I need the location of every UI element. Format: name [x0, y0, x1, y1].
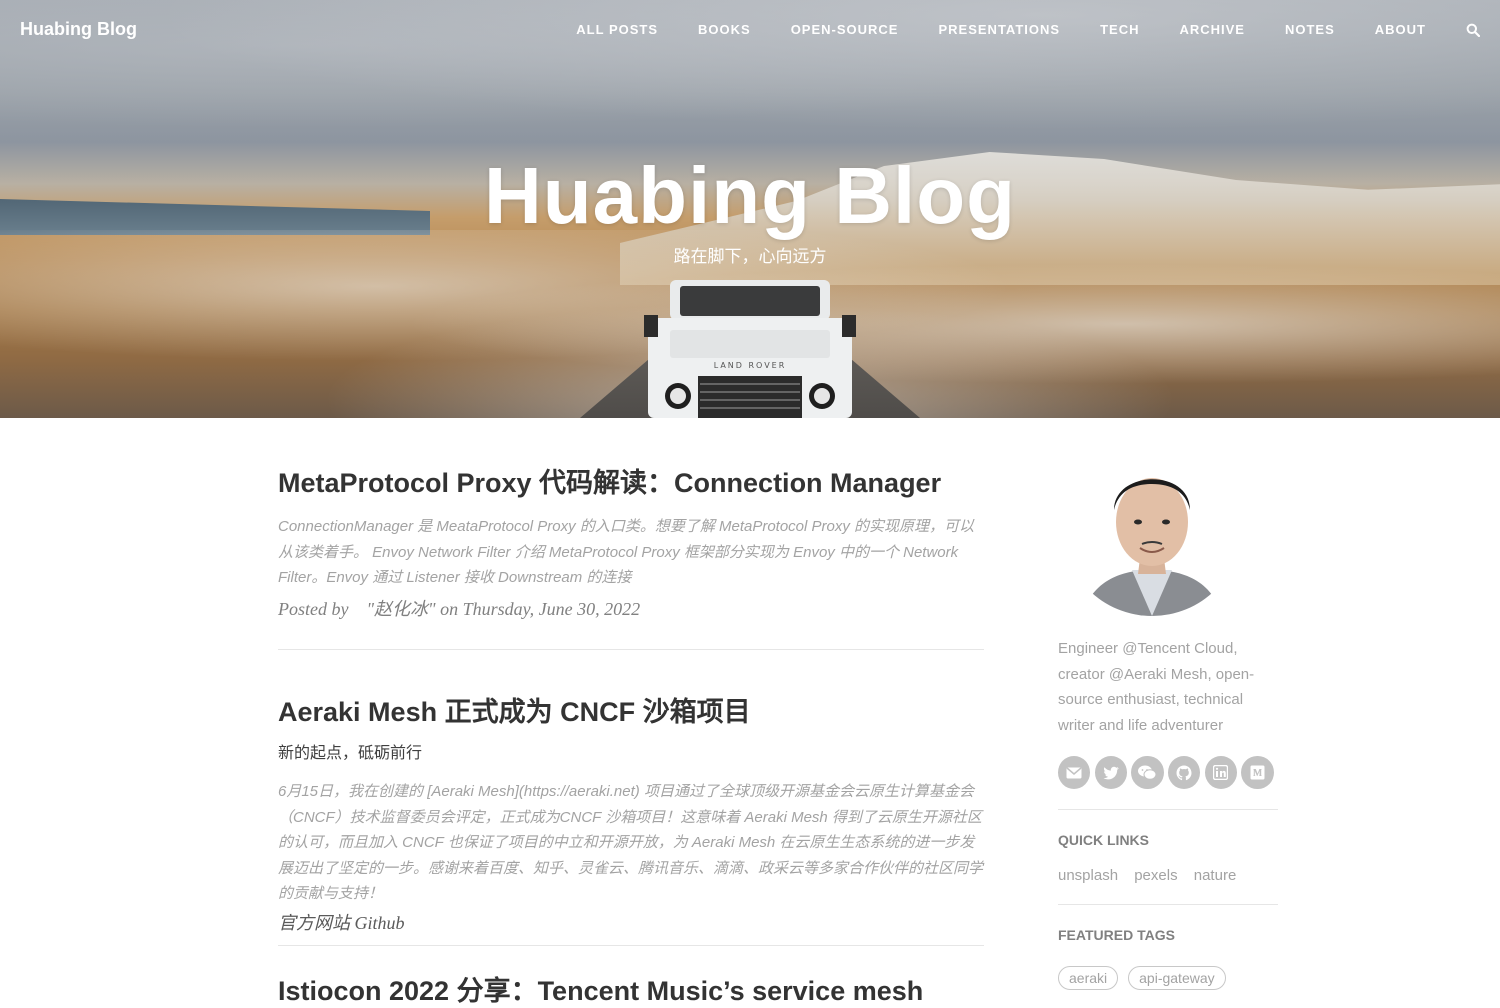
post-link-website[interactable]: 官方网站	[278, 913, 350, 933]
hero-vehicle-image: LAND ROVER	[644, 280, 856, 418]
hero-title: Huabing Blog	[484, 151, 1016, 240]
post-title-link[interactable]: MetaProtocol Proxy 代码解读：Connection Manag…	[278, 466, 984, 500]
social-links	[1058, 756, 1278, 789]
nav-tech[interactable]: TECH	[1100, 20, 1139, 40]
twitter-icon[interactable]	[1094, 756, 1127, 789]
quick-links-heading: QUICK LINKS	[1058, 832, 1149, 848]
sidebar-divider	[1058, 809, 1278, 810]
email-icon[interactable]	[1058, 756, 1091, 789]
post-links: 官方网站 Github	[278, 911, 984, 935]
nav-archive[interactable]: ARCHIVE	[1179, 20, 1245, 40]
medium-icon[interactable]	[1241, 756, 1274, 789]
linkedin-icon[interactable]	[1204, 756, 1237, 789]
post-excerpt[interactable]: ConnectionManager 是 MeataProtocol Proxy …	[278, 514, 984, 591]
featured-tags-heading: FEATURED TAGS	[1058, 927, 1175, 943]
quick-link-pexels[interactable]: pexels	[1134, 867, 1177, 884]
nav-presentations[interactable]: PRESENTATIONS	[938, 20, 1060, 40]
post-meta-author-date: "赵化冰" on Thursday, June 30, 2022	[366, 598, 641, 619]
post-title-link[interactable]: Aeraki Mesh 正式成为 CNCF 沙箱项目	[278, 695, 984, 729]
wechat-icon[interactable]	[1131, 756, 1164, 789]
github-icon[interactable]	[1168, 756, 1201, 789]
post-link-github[interactable]: Github	[355, 913, 405, 933]
post-item: Istiocon 2022 分享：Tencent Music’s service…	[278, 946, 984, 1008]
nav-open-source[interactable]: OPEN-SOURCE	[791, 20, 899, 40]
car-badge-text: LAND ROVER	[714, 361, 787, 370]
post-item: Aeraki Mesh 正式成为 CNCF 沙箱项目 新的起点，砥砺前行 6月1…	[278, 650, 984, 945]
post-title-link[interactable]: Istiocon 2022 分享：Tencent Music’s service…	[278, 974, 984, 1008]
tag-api-gateway[interactable]: api-gateway	[1128, 966, 1226, 990]
post-subtitle[interactable]: 新的起点，砥砺前行	[278, 743, 984, 765]
hero-subtitle: 路在脚下，心向远方	[673, 247, 827, 266]
site-brand-link[interactable]: Huabing Blog	[20, 19, 137, 40]
sidebar: Engineer @Tencent Cloud, creator @Aeraki…	[1058, 440, 1278, 990]
quick-link-nature[interactable]: nature	[1194, 867, 1237, 884]
search-icon[interactable]	[1466, 23, 1481, 38]
post-excerpt[interactable]: 6月15日，我在创建的 [Aeraki Mesh](https://aeraki…	[278, 779, 984, 907]
sidebar-divider	[1058, 904, 1278, 905]
nav-about[interactable]: ABOUT	[1375, 20, 1426, 40]
quick-links: unsplash pexels nature	[1058, 867, 1278, 884]
nav-notes[interactable]: NOTES	[1285, 20, 1335, 40]
nav-books[interactable]: BOOKS	[698, 20, 751, 40]
post-meta: Posted by "赵化冰" on Thursday, June 30, 202…	[278, 597, 984, 621]
post-meta-prefix: Posted by	[278, 598, 349, 619]
quick-link-unsplash[interactable]: unsplash	[1058, 867, 1118, 884]
author-bio: Engineer @Tencent Cloud, creator @Aeraki…	[1058, 640, 1255, 734]
post-list: MetaProtocol Proxy 代码解读：Connection Manag…	[278, 418, 984, 1008]
author-avatar	[1062, 440, 1242, 616]
nav-all-posts[interactable]: ALL POSTS	[576, 20, 658, 40]
featured-tags: aeraki api-gateway	[1058, 966, 1278, 990]
top-nav: ALL POSTS BOOKS OPEN-SOURCE PRESENTATION…	[536, 20, 1481, 40]
post-item: MetaProtocol Proxy 代码解读：Connection Manag…	[278, 418, 984, 649]
hero-banner: LAND ROVER Huabing Blog ALL POSTS BOOKS …	[0, 0, 1500, 418]
tag-aeraki[interactable]: aeraki	[1058, 966, 1119, 990]
